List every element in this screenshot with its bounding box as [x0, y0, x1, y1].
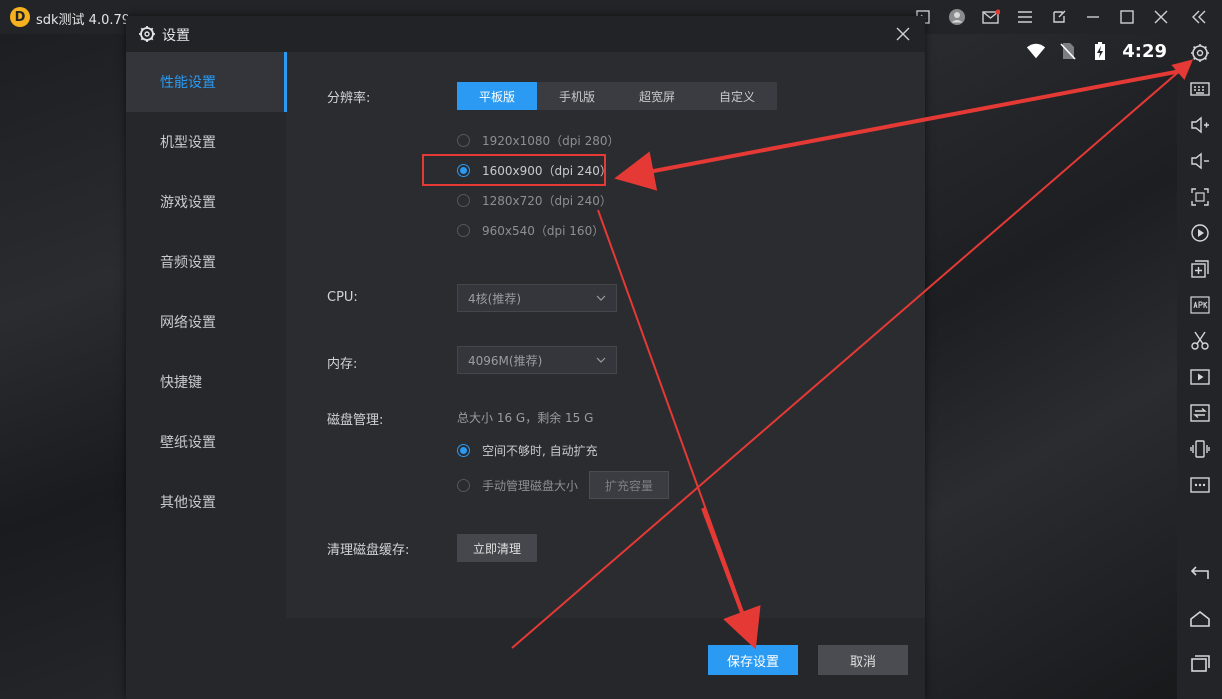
no-sim-icon — [1058, 41, 1078, 61]
cpu-value: 4核(推荐) — [468, 291, 521, 306]
multi-instance-icon[interactable] — [1177, 252, 1222, 286]
app-logo-icon: D — [10, 7, 30, 27]
settings-dialog: 设置 性能设置 机型设置 游戏设置 音频设置 网络设置 快捷键 壁纸设置 其他设… — [126, 16, 925, 699]
pin-window-icon[interactable] — [1042, 0, 1076, 34]
radio-button[interactable] — [457, 193, 470, 207]
radio-label: 960x540（dpi 160） — [482, 223, 605, 238]
mode-tab-phone[interactable]: 手机版 — [537, 82, 617, 110]
close-window-icon[interactable] — [1144, 0, 1178, 34]
user-avatar-icon[interactable] — [940, 0, 974, 34]
chevron-down-icon — [596, 295, 606, 301]
nav-item-performance[interactable]: 性能设置 — [126, 52, 287, 112]
emulator-toolbar — [1177, 34, 1222, 699]
memory-select[interactable]: 4096M(推荐) — [457, 346, 617, 374]
battery-charging-icon — [1090, 41, 1110, 61]
collapse-sidebar-icon[interactable] — [1182, 0, 1216, 34]
disk-auto-expand-option[interactable]: 空间不够时, 自动扩充 — [457, 440, 598, 460]
emulator-screen-left — [0, 34, 126, 699]
dialog-close-button[interactable] — [889, 20, 917, 48]
memory-label: 内存: — [327, 357, 358, 372]
nav-item-shortcuts[interactable]: 快捷键 — [126, 352, 286, 412]
dialog-title: 设置 — [162, 28, 190, 44]
nav-item-wallpaper[interactable]: 壁纸设置 — [126, 412, 286, 472]
cpu-select[interactable]: 4核(推荐) — [457, 284, 617, 312]
settings-nav: 性能设置 机型设置 游戏设置 音频设置 网络设置 快捷键 壁纸设置 其他设置 — [126, 52, 287, 618]
record-video-icon[interactable] — [1177, 216, 1222, 250]
volume-down-icon[interactable] — [1177, 144, 1222, 178]
radio-button-selected[interactable] — [457, 443, 470, 457]
mode-tab-ultrawide[interactable]: 超宽屏 — [617, 82, 697, 110]
mode-tab-tablet[interactable]: 平板版 — [457, 82, 537, 110]
titlebar-icons — [906, 0, 1178, 34]
radio-label: 1280x720（dpi 240） — [482, 193, 612, 208]
back-icon[interactable] — [1177, 556, 1222, 590]
save-button[interactable]: 保存设置 — [708, 645, 798, 675]
keyboard-icon[interactable] — [1177, 72, 1222, 106]
dialog-header: 设置 — [126, 16, 925, 52]
scissors-icon[interactable] — [1177, 324, 1222, 358]
nav-item-network[interactable]: 网络设置 — [126, 292, 286, 352]
disk-label: 磁盘管理: — [327, 413, 384, 428]
mail-icon[interactable] — [974, 0, 1008, 34]
resolution-label: 分辨率: — [327, 91, 371, 106]
recent-apps-icon[interactable] — [1177, 646, 1222, 680]
nav-item-other[interactable]: 其他设置 — [126, 472, 286, 532]
home-icon[interactable] — [1177, 602, 1222, 636]
nav-item-label: 机型设置 — [160, 135, 216, 151]
clock-time: 4:29 — [1122, 40, 1167, 62]
disk-info: 总大小 16 G，剩余 15 G — [457, 411, 594, 425]
nav-item-label: 壁纸设置 — [160, 435, 216, 451]
radio-button[interactable] — [457, 223, 470, 237]
nav-item-game[interactable]: 游戏设置 — [126, 172, 286, 232]
resolution-option-960[interactable]: 960x540（dpi 160） — [457, 220, 604, 240]
android-status-bar: 4:29 — [1026, 34, 1177, 68]
clear-cache-button[interactable]: 立即清理 — [457, 534, 537, 562]
close-icon — [896, 27, 910, 41]
nav-item-label: 音频设置 — [160, 255, 216, 271]
memory-value: 4096M(推荐) — [468, 353, 543, 368]
nav-item-label: 其他设置 — [160, 495, 216, 511]
settings-body: 分辨率: 平板版 手机版 超宽屏 自定义 1920x1080（dpi 280） … — [287, 52, 925, 618]
settings-title-icon — [139, 26, 155, 42]
chevron-down-icon — [596, 357, 606, 363]
nav-item-audio[interactable]: 音频设置 — [126, 232, 286, 292]
dialog-footer: 保存设置 取消 — [126, 618, 925, 699]
nav-item-label: 性能设置 — [160, 75, 216, 91]
cache-label: 清理磁盘缓存: — [327, 543, 410, 558]
wifi-icon — [1026, 41, 1046, 61]
install-apk-icon[interactable] — [1177, 288, 1222, 322]
resolution-mode-tabs: 平板版 手机版 超宽屏 自定义 — [457, 82, 777, 110]
more-options-icon[interactable] — [1177, 468, 1222, 502]
play-media-icon[interactable] — [1177, 360, 1222, 394]
radio-label: 手动管理磁盘大小 — [482, 478, 579, 493]
radio-label: 空间不够时, 自动扩充 — [482, 443, 598, 458]
radio-label: 1920x1080（dpi 280） — [482, 133, 620, 148]
nav-item-label: 网络设置 — [160, 315, 216, 331]
emulator-screen[interactable]: 4:29 — [925, 34, 1177, 699]
cancel-button[interactable]: 取消 — [818, 645, 908, 675]
volume-up-icon[interactable] — [1177, 108, 1222, 142]
minimize-icon[interactable] — [1076, 0, 1110, 34]
nav-item-label: 游戏设置 — [160, 195, 216, 211]
app-title: sdk测试 4.0.79 — [36, 13, 128, 28]
sync-operation-icon[interactable] — [1177, 396, 1222, 430]
fullscreen-icon[interactable] — [1177, 180, 1222, 214]
shake-icon[interactable] — [1177, 432, 1222, 466]
resolution-option-1280[interactable]: 1280x720（dpi 240） — [457, 190, 612, 210]
nav-item-device-model[interactable]: 机型设置 — [126, 112, 286, 172]
disk-manual-option[interactable]: 手动管理磁盘大小 — [457, 475, 578, 495]
annotation-highlight-box — [422, 154, 606, 186]
resolution-option-1920[interactable]: 1920x1080（dpi 280） — [457, 130, 619, 150]
cpu-label: CPU: — [327, 290, 358, 305]
menu-icon[interactable] — [1008, 0, 1042, 34]
radio-button[interactable] — [457, 478, 470, 492]
expand-capacity-button[interactable]: 扩充容量 — [589, 471, 669, 499]
maximize-icon[interactable] — [1110, 0, 1144, 34]
mode-tab-custom[interactable]: 自定义 — [697, 82, 777, 110]
settings-gear-icon[interactable] — [1177, 36, 1222, 70]
radio-button[interactable] — [457, 133, 470, 147]
nav-item-label: 快捷键 — [160, 375, 202, 391]
